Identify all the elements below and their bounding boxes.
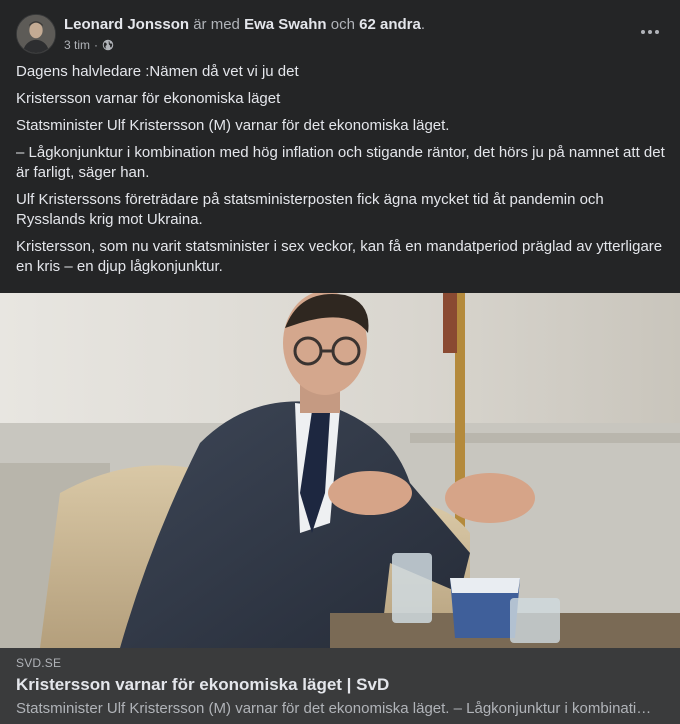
link-description: Statsminister Ulf Kristersson (M) varnar…	[16, 700, 656, 717]
more-options-button[interactable]	[638, 20, 662, 44]
post-time[interactable]: 3 tim	[64, 37, 90, 53]
post-paragraph: Statsminister Ulf Kristersson (M) varnar…	[16, 117, 450, 134]
and-text: och	[326, 16, 360, 33]
link-preview-card[interactable]: SVD.SE Kristersson varnar för ekonomiska…	[0, 648, 680, 724]
author-line: Leonard Jonsson är med Ewa Swahn och 62 …	[64, 15, 425, 34]
post-paragraph: Kristersson, som nu varit statsminister …	[16, 238, 663, 275]
post-header: Leonard Jonsson är med Ewa Swahn och 62 …	[16, 14, 425, 58]
author-avatar[interactable]	[16, 14, 56, 54]
post-paragraph: Kristersson varnar för ekonomiska läget	[16, 90, 281, 107]
avatar-image	[17, 15, 55, 53]
others-link[interactable]: 62 andra	[359, 16, 421, 33]
period: .	[420, 16, 425, 33]
post-body: Dagens halvledare :Nämen då vet vi ju de…	[16, 62, 666, 284]
feed-post: Leonard Jonsson är med Ewa Swahn och 62 …	[0, 0, 680, 724]
post-subline: 3 tim ·	[64, 37, 425, 53]
link-title[interactable]: Kristersson varnar för ekonomiska läget …	[16, 675, 389, 695]
tagged-person[interactable]: Ewa Swahn	[244, 16, 327, 33]
globe-icon[interactable]	[102, 39, 114, 51]
link-preview-image[interactable]	[0, 293, 680, 648]
more-horizontal-icon	[641, 30, 659, 34]
post-meta: Leonard Jonsson är med Ewa Swahn och 62 …	[64, 15, 425, 53]
with-text: är med	[189, 16, 245, 33]
author-name[interactable]: Leonard Jonsson	[64, 16, 189, 33]
meta-dot: ·	[94, 38, 99, 52]
link-domain: SVD.SE	[16, 656, 62, 670]
post-paragraph: – Lågkonjunktur i kombination med hög in…	[16, 144, 665, 181]
politician-photo	[0, 293, 680, 648]
post-paragraph: Ulf Kristerssons företrädare på statsmin…	[16, 191, 604, 228]
post-paragraph: Dagens halvledare :Nämen då vet vi ju de…	[16, 63, 299, 80]
